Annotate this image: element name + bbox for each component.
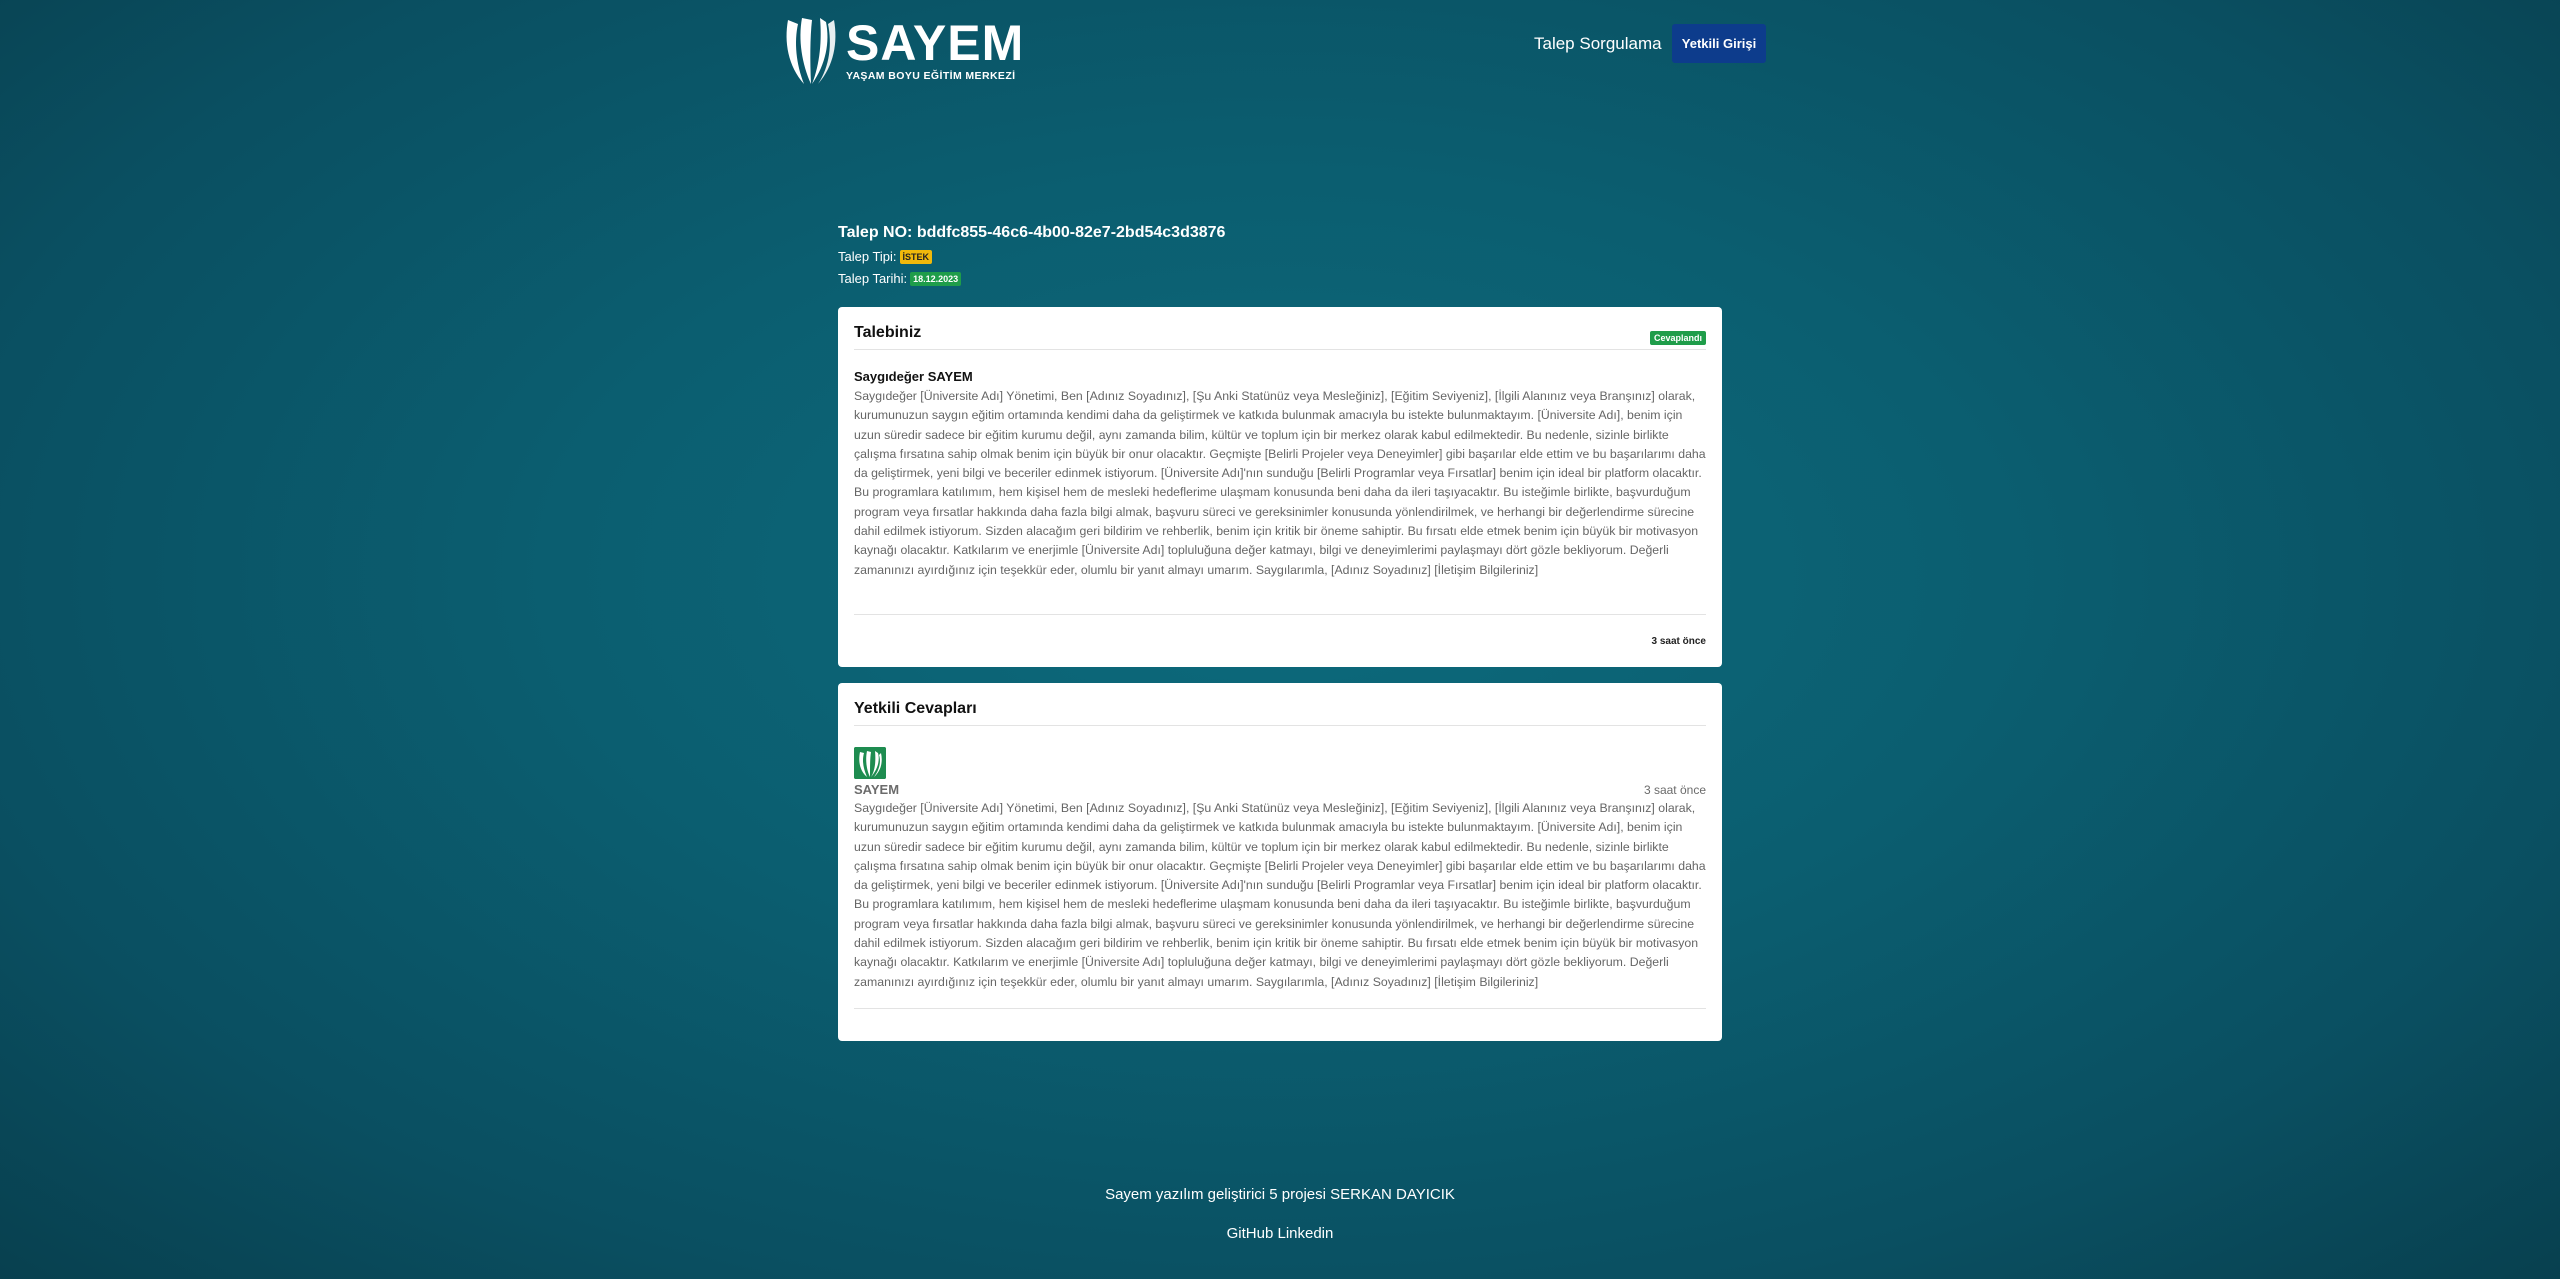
request-meta: Talep NO: bddfc855-46c6-4b00-82e7-2bd54c… [838,224,1225,286]
responses-card-title: Yetkili Cevapları [854,700,977,717]
request-type-label: Talep Tipi: [838,249,897,264]
responses-card-header: Yetkili Cevapları [854,683,1706,726]
request-card-header: Talebiniz Cevaplandı [854,307,1706,350]
request-date-badge: 18.12.2023 [910,271,962,286]
divider [854,614,1706,615]
request-body-text: Saygıdeğer [Üniversite Adı] Yönetimi, Be… [854,389,1706,577]
logo-title: SAYEM [846,15,1025,71]
sayem-avatar-icon [854,747,886,779]
request-time: 3 saat önce [1651,636,1706,647]
response-time: 3 saat önce [1643,783,1706,797]
authorized-login-button[interactable]: Yetkili Girişi [1672,24,1766,63]
request-card: Talebiniz Cevaplandı Saygıdeğer SAYEM Sa… [838,307,1722,667]
request-date-label: Talep Tarihi: [838,271,908,286]
responder-name: SAYEM [854,782,900,797]
responses-card: Yetkili Cevapları SAYEM 3 saat önce Sayg… [838,683,1722,1041]
nav-talep-sorgulama-link[interactable]: Talep Sorgulama [1534,34,1662,54]
divider [854,1008,1706,1009]
response-body-text: Saygıdeğer [Üniversite Adı] Yönetimi, Be… [854,801,1706,989]
footer-links: GitHub Linkedin [0,1225,2560,1242]
logo-subtitle: YAŞAM BOYU EĞİTİM MERKEZİ [846,70,1016,82]
request-type-badge: İSTEK [899,249,933,264]
request-number: Talep NO: bddfc855-46c6-4b00-82e7-2bd54c… [838,224,1226,241]
sayem-logo-icon [786,18,836,84]
request-date-row: Talep Tarihi: 18.12.2023 [838,271,1225,286]
top-navbar: SAYEM YAŞAM BOYU EĞİTİM MERKEZİ Talep So… [0,0,2560,100]
github-link[interactable]: GitHub [1227,1225,1274,1242]
request-greeting: Saygıdeğer SAYEM [854,369,973,384]
linkedin-link[interactable]: Linkedin [1277,1225,1333,1242]
request-type-row: Talep Tipi: İSTEK [838,249,1225,264]
status-badge: Cevaplandı [1649,331,1706,345]
request-card-title: Talebiniz [854,324,922,341]
sayem-logo[interactable]: SAYEM YAŞAM BOYU EĞİTİM MERKEZİ [782,14,1024,86]
responder-avatar [854,747,886,779]
footer-credit: Sayem yazılım geliştirici 5 projesi SERK… [1105,1186,1455,1203]
